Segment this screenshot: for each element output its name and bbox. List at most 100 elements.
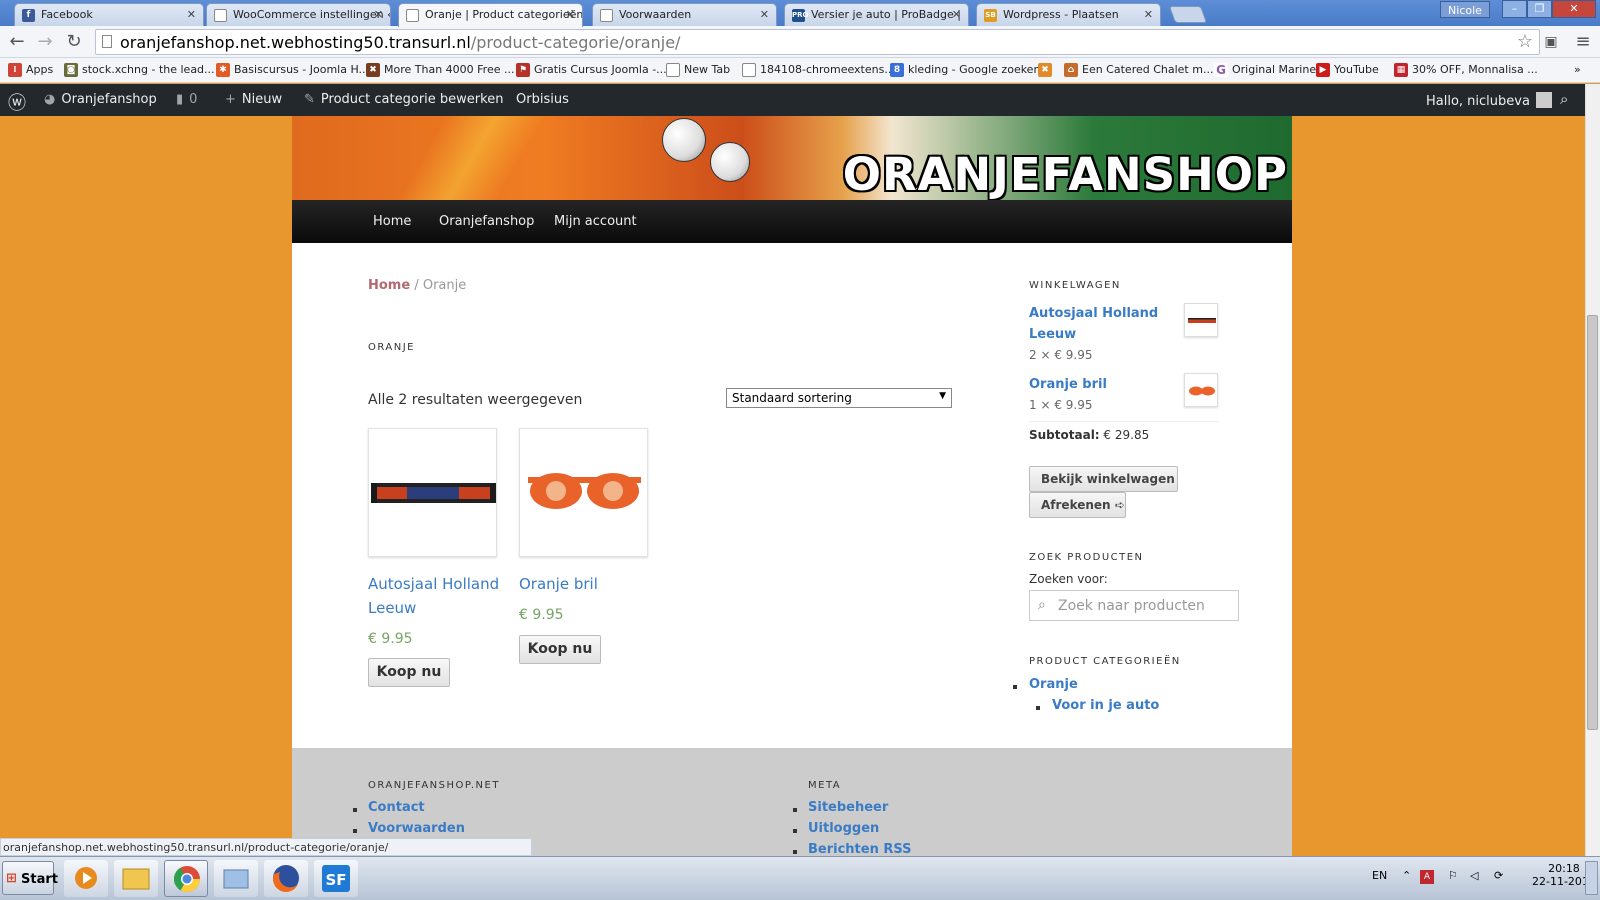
product-image-autosjaal[interactable] <box>368 428 497 557</box>
glasses-image <box>1189 386 1215 396</box>
cart-item-thumbnail[interactable] <box>1184 303 1218 337</box>
category-link-voor-in-je-auto[interactable]: Voor in je auto <box>1052 698 1159 713</box>
admin-site-name[interactable]: ◕ Oranjefanshop <box>44 92 157 107</box>
media-player-icon[interactable] <box>64 860 108 897</box>
minimize-button[interactable]: – <box>1502 0 1527 18</box>
footer-col1-title: ORANJEFANSHOP.NET <box>368 780 500 791</box>
close-icon[interactable]: ✕ <box>952 8 961 21</box>
footer-link-contact[interactable]: Contact <box>368 800 425 815</box>
profile-badge[interactable]: Nicole <box>1440 1 1490 18</box>
folder-icon[interactable] <box>214 860 258 897</box>
language-indicator[interactable]: EN <box>1372 869 1387 882</box>
tab-label: Oranje | Product categorieën <box>425 8 583 21</box>
cart-item-thumbnail[interactable] <box>1184 373 1218 407</box>
tab-label: Voorwaarden <box>619 8 692 21</box>
tray-expand-icon[interactable]: ⌃ <box>1402 869 1411 882</box>
scrollbar-thumb[interactable] <box>1587 315 1598 730</box>
football-icon <box>662 118 706 162</box>
product-title-bril[interactable]: Oranje bril <box>519 572 598 596</box>
admin-edit-category[interactable]: ✎ Product categorie bewerken <box>304 92 503 107</box>
close-icon[interactable]: ✕ <box>1144 8 1153 21</box>
sort-select[interactable]: Standaard sortering ▼ <box>726 388 952 408</box>
bookmark-original-marine[interactable]: G Original Marine <box>1214 63 1316 77</box>
cart-item-link[interactable]: Autosjaal Holland Leeuw <box>1029 303 1158 345</box>
start-button[interactable]: ⊞ Start <box>2 861 58 895</box>
admin-greeting[interactable]: Hallo, niclubeva <box>1426 92 1552 109</box>
bookmark-label: Gratis Cursus Joomla -... <box>534 63 667 76</box>
nav-oranjefanshop[interactable]: Oranjefanshop <box>439 214 534 229</box>
footer-link-voorwaarden[interactable]: Voorwaarden <box>368 821 465 836</box>
acrobat-icon[interactable]: A <box>1420 870 1434 884</box>
bookmark-basiscursus[interactable]: ✱ Basiscursus - Joomla H... <box>216 63 369 77</box>
back-arrow-icon[interactable]: ← <box>6 31 28 53</box>
bookmark-stockxchng[interactable]: ◙ stock.xchng - the lead... <box>64 63 215 77</box>
bookmarks-overflow-icon[interactable]: » <box>1574 63 1581 76</box>
bookmark-catered-chalet[interactable]: ⌂ Een Catered Chalet m... <box>1064 63 1213 77</box>
forward-arrow-icon[interactable]: → <box>34 31 56 53</box>
category-link-oranje[interactable]: Oranje <box>1029 677 1078 692</box>
nav-mijn-account[interactable]: Mijn account <box>554 214 637 229</box>
tab-facebook[interactable]: f Facebook ✕ <box>14 3 204 26</box>
tab-wordpress[interactable]: SB Wordpress - Plaatsen ✕ <box>976 3 1161 26</box>
cart-widget-title: WINKELWAGEN <box>1029 280 1121 291</box>
buy-button-bril[interactable]: Koop nu <box>519 635 601 664</box>
divider <box>1029 421 1219 422</box>
view-cart-button[interactable]: Bekijk winkelwagen ➪ <box>1029 466 1178 510</box>
close-icon[interactable]: ✕ <box>187 8 196 21</box>
action-center-flag-icon[interactable]: ⚐ <box>1448 869 1458 882</box>
reload-icon[interactable]: ↻ <box>63 31 85 53</box>
chrome-icon[interactable] <box>164 860 208 897</box>
close-icon[interactable]: ✕ <box>566 8 575 21</box>
volume-icon[interactable]: ◁ <box>1470 869 1478 882</box>
file-explorer-icon[interactable] <box>114 860 158 897</box>
admin-comments[interactable]: ▮ 0 <box>176 92 197 107</box>
cart-item-link[interactable]: Oranje bril <box>1029 374 1107 395</box>
firefox-icon[interactable] <box>264 860 308 897</box>
close-icon[interactable]: ✕ <box>374 8 383 21</box>
menu-icon[interactable]: ≡ <box>1572 31 1594 53</box>
bookmark-more-than[interactable]: ✖ More Than 4000 Free ... <box>366 63 515 77</box>
search-icon[interactable]: ⌕ <box>1560 90 1568 108</box>
breadcrumb-home[interactable]: Home <box>368 278 410 293</box>
tab-woocommerce[interactable]: WooCommerce instellingen ‹ ✕ <box>206 3 391 26</box>
bookmarks-bar: ⁞ Apps ◙ stock.xchng - the lead... ✱ Basisc… <box>0 58 1600 83</box>
wordpress-logo-icon[interactable]: ⓦ <box>8 89 26 115</box>
window-close-button[interactable]: ✕ <box>1552 0 1596 18</box>
product-image-bril[interactable] <box>519 428 648 557</box>
maximize-button[interactable]: ❐ <box>1527 0 1552 18</box>
buy-button-autosjaal[interactable]: Koop nu <box>368 658 450 687</box>
footer-link-rss[interactable]: Berichten RSS <box>808 842 912 855</box>
footer-link-sitebeheer[interactable]: Sitebeheer <box>808 800 888 815</box>
bookmark-new-tab[interactable]: New Tab <box>666 63 730 77</box>
close-icon[interactable]: ✕ <box>760 8 769 21</box>
new-tab-button[interactable] <box>1168 6 1208 23</box>
bookmark-chromeextens[interactable]: 184108-chromeextens... <box>742 63 895 77</box>
admin-orbisius[interactable]: Orbisius <box>516 92 569 107</box>
address-bar[interactable]: oranjefanshop.net.webhosting50.transurl.… <box>95 29 1540 55</box>
extension-icon[interactable]: ▣ <box>1540 31 1562 53</box>
list-bullet <box>1036 706 1040 710</box>
bookmark-youtube[interactable]: ▶ YouTube <box>1316 63 1379 77</box>
tab-probadge[interactable]: PRO Versier je auto | ProBadge | ✕ <box>784 3 969 26</box>
search-placeholder: Zoek naar producten <box>1058 598 1205 614</box>
youtube-icon: ▶ <box>1316 63 1330 77</box>
bookmark-monnalisa[interactable]: ▦ 30% OFF, Monnalisa ... <box>1394 63 1538 77</box>
sf-app-icon[interactable]: SF <box>314 860 358 897</box>
bookmark-label: 184108-chromeextens... <box>760 63 895 76</box>
search-input[interactable]: ⌕ Zoek naar producten <box>1029 590 1239 621</box>
glasses-image <box>528 473 641 509</box>
product-title-autosjaal[interactable]: Autosjaal Holland Leeuw <box>368 572 499 620</box>
admin-new[interactable]: + Nieuw <box>225 92 282 107</box>
network-icon[interactable]: ⟳ <box>1494 869 1503 882</box>
checkout-button[interactable]: Afrekenen ➪ <box>1029 492 1126 518</box>
nav-home[interactable]: Home <box>373 214 411 229</box>
show-desktop-button[interactable] <box>1585 861 1598 895</box>
bookmark-kleding[interactable]: 8 kleding - Google zoeken <box>890 63 1040 77</box>
bookmark-apps[interactable]: ⁞ Apps <box>8 63 53 77</box>
tab-voorwaarden[interactable]: Voorwaarden ✕ <box>592 3 777 26</box>
bookmark-gratis-cursus[interactable]: ⚑ Gratis Cursus Joomla -... <box>516 63 667 77</box>
bookmark-star-icon[interactable]: ☆ <box>1517 31 1533 52</box>
footer-link-uitloggen[interactable]: Uitloggen <box>808 821 879 836</box>
subtotal-value: € 29.85 <box>1099 428 1150 442</box>
tab-oranje-active[interactable]: Oranje | Product categorieën ✕ <box>398 3 583 27</box>
